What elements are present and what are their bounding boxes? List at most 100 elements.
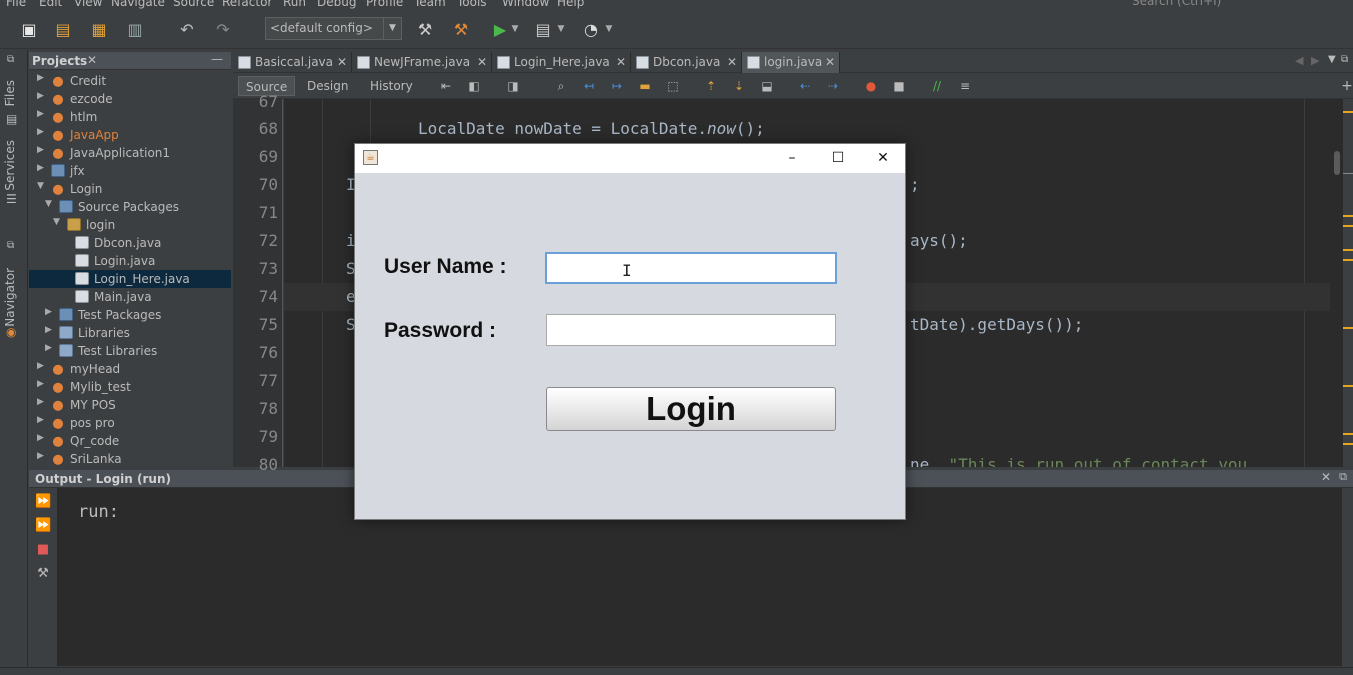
stop-macro-icon[interactable]: ■ [891,78,907,94]
login-button[interactable]: Login [546,387,836,431]
expand-icon[interactable]: ▶ [37,91,44,101]
tab-login[interactable]: login.java ✕ [742,52,840,73]
run-icon[interactable]: ▶ [489,19,511,39]
expand-icon[interactable]: ▶ [45,307,52,317]
tree-item-test-packages[interactable]: ▶ Test Packages [29,306,231,324]
collapse-icon[interactable]: ▼ [53,217,60,227]
scroll-tabs-left-icon[interactable]: ◀ [1295,54,1303,67]
tree-item-myhead[interactable]: ▶ myHead [29,360,231,378]
collapse-icon[interactable]: ▼ [45,199,52,209]
close-icon[interactable]: ✕ [337,52,347,73]
close-icon[interactable]: ✕ [1321,470,1331,484]
annotation-mark[interactable] [1343,173,1353,174]
back-icon[interactable]: ◧ [466,78,482,94]
warning-mark[interactable] [1343,327,1353,329]
history-mode-button[interactable]: History [363,76,420,96]
close-icon[interactable]: ✕ [87,53,97,67]
files-tab[interactable]: Files [3,80,17,106]
warning-mark[interactable] [1343,433,1353,435]
menu-window[interactable]: Window [502,0,549,9]
tab-basiccal[interactable]: Basiccal.java ✕ [233,52,352,73]
restore-window-icon[interactable]: ⧉ [1341,54,1348,65]
close-icon[interactable]: ✕ [825,52,835,73]
editor-scrollbar[interactable] [1330,99,1343,467]
expand-icon[interactable]: ▶ [45,325,52,335]
next-bookmark-icon[interactable]: ⇣ [731,78,747,94]
last-edit-icon[interactable]: ⇤ [438,78,454,94]
tree-item-login[interactable]: ▼ Login [29,180,231,198]
menu-refactor[interactable]: Refactor [222,0,272,9]
tree-item-credit[interactable]: ▶ Credit [29,72,231,90]
debug-dropdown-icon[interactable]: ▼ [555,19,567,39]
tree-item-login-here-java[interactable]: Login_Here.java [29,270,231,288]
comment-icon[interactable]: // [929,78,945,94]
menu-view[interactable]: View [74,0,102,9]
menu-tools[interactable]: Tools [457,0,487,9]
expand-icon[interactable]: ▶ [37,379,44,389]
menu-team[interactable]: Team [414,0,446,9]
password-input[interactable] [546,314,836,346]
tree-item-my-pos[interactable]: ▶ MY POS [29,396,231,414]
profile-icon[interactable]: ◔ [580,19,602,39]
tab-login-here[interactable]: Login_Here.java ✕ [492,52,631,73]
restore-window-icon[interactable]: ⧉ [7,54,14,65]
minimize-button[interactable]: – [769,144,815,173]
maximize-button[interactable]: ☐ [815,144,861,173]
menu-file[interactable]: File [6,0,26,9]
rectangular-selection-icon[interactable]: ⬚ [665,78,681,94]
warning-mark[interactable] [1343,111,1353,113]
expand-icon[interactable]: ▶ [37,73,44,83]
toggle-highlight-icon[interactable]: ▬ [637,78,653,94]
tree-item-login[interactable]: ▼ login [29,216,231,234]
expand-icon[interactable]: ▶ [37,109,44,119]
restore-window-icon[interactable]: ⧉ [7,240,14,251]
warning-mark[interactable] [1343,443,1353,445]
open-project-icon[interactable]: ▦ [88,19,110,39]
close-icon[interactable]: ✕ [477,52,487,73]
warning-mark[interactable] [1343,225,1353,227]
expand-icon[interactable]: ▶ [37,361,44,371]
tree-item-htlm[interactable]: ▶ htlm [29,108,231,126]
expand-icon[interactable]: ▶ [37,451,44,461]
design-mode-button[interactable]: Design [300,76,355,96]
menu-help[interactable]: Help [557,0,584,9]
previous-bookmark-icon[interactable]: ⇡ [703,78,719,94]
tree-item-mylib-test[interactable]: ▶ Mylib_test [29,378,231,396]
menu-source[interactable]: Source [173,0,214,9]
redo-icon[interactable]: ↷ [212,19,234,39]
services-tab[interactable]: Services [3,140,17,191]
shift-right-icon[interactable]: ⇢ [825,78,841,94]
warning-mark[interactable] [1343,249,1353,251]
tree-item-libraries[interactable]: ▶ Libraries [29,324,231,342]
user-name-input[interactable] [545,252,837,284]
navigator-tab[interactable]: Navigator [3,268,17,327]
show-opened-docs-icon[interactable]: ▼ [1328,54,1336,65]
expand-icon[interactable]: ▶ [45,343,52,353]
build-hammer-icon[interactable]: ⚒ [414,19,436,39]
expand-icon[interactable]: ▶ [37,415,44,425]
menu-edit[interactable]: Edit [39,0,62,9]
warning-mark[interactable] [1343,215,1353,217]
close-button[interactable]: ✕ [860,144,906,173]
config-select[interactable]: <default config> ▼ [265,17,402,40]
stop-icon[interactable]: ■ [35,542,51,558]
menu-navigate[interactable]: Navigate [111,0,165,9]
expand-icon[interactable]: ▶ [37,127,44,137]
tree-item-ezcode[interactable]: ▶ ezcode [29,90,231,108]
minimize-icon[interactable]: — [211,52,223,66]
close-icon[interactable]: ✕ [727,52,737,73]
expand-icon[interactable]: ▶ [37,397,44,407]
warning-mark[interactable] [1343,259,1353,261]
debug-icon[interactable]: ▤ [532,19,554,39]
tree-item-pos-pro[interactable]: ▶ pos pro [29,414,231,432]
profile-dropdown-icon[interactable]: ▼ [603,19,615,39]
find-next-icon[interactable]: ↦ [609,78,625,94]
expand-icon[interactable]: ▶ [37,433,44,443]
tree-item-dbcon-java[interactable]: Dbcon.java [29,234,231,252]
tree-item-javaapp[interactable]: ▶ JavaApp [29,126,231,144]
scroll-tabs-right-icon[interactable]: ▶ [1311,54,1319,67]
clean-build-icon[interactable]: ⚒ [450,19,472,39]
start-macro-icon[interactable]: ● [863,78,879,94]
run-dropdown-icon[interactable]: ▼ [509,19,521,39]
tree-item-srilanka[interactable]: ▶ SriLanka [29,450,231,468]
